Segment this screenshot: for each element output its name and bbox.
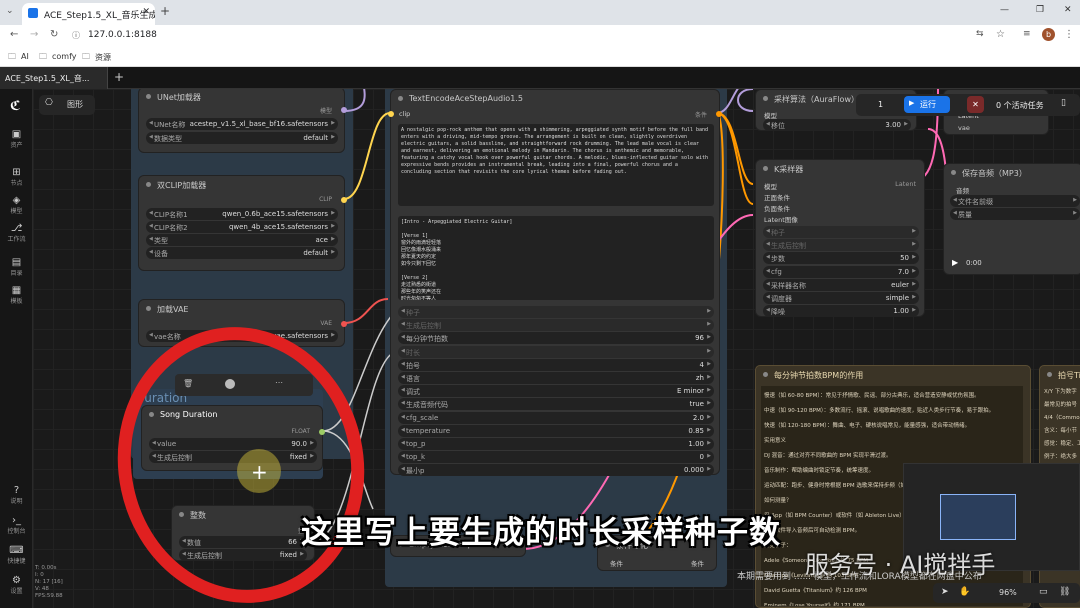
sidebar-item-nodes[interactable]: ⊞ 节点 [0, 167, 33, 187]
workflow-tab-label: ACE_Step1.5_XL_音... [5, 74, 90, 83]
cube-icon: ◈ [12, 195, 21, 206]
sidebar-item-workflows[interactable]: ⎇ 工作流 [0, 223, 33, 243]
tab-search-icon[interactable]: ⌄ [6, 6, 14, 16]
new-workflow-icon[interactable]: + [114, 70, 124, 84]
reading-list-icon[interactable]: ≡ [1023, 29, 1031, 39]
bookmark-folder-icon: 🗀 [39, 52, 47, 61]
browser-tab[interactable]: ACE_Step1.5_XL_音乐生成工作 ✕ [22, 3, 155, 25]
video-subtitle: 这里写上要生成的时长采样种子数 [301, 515, 781, 551]
sidebar-item-shortcuts[interactable]: ⌨ 快捷键 [0, 545, 33, 565]
bookmark-ai[interactable]: AI [21, 52, 29, 61]
sidebar-item-templates[interactable]: ▦ 模板 [0, 285, 33, 305]
tab-favicon-icon [28, 8, 38, 18]
sidebar-item-help[interactable]: ? 说明 [0, 485, 33, 505]
tab-close-icon[interactable]: ✕ [142, 7, 150, 17]
url-field[interactable]: 127.0.0.1:8188 [88, 30, 157, 40]
forward-icon[interactable]: → [30, 29, 38, 40]
menu-kebab-icon[interactable]: ⋮ [1064, 29, 1074, 40]
sidebar-item-settings[interactable]: ⚙ 设置 [0, 575, 33, 595]
image-icon: ▣ [11, 129, 22, 140]
reload-icon[interactable]: ↻ [50, 29, 58, 40]
sidebar-item-models[interactable]: ◈ 模型 [0, 195, 33, 215]
translate-icon[interactable]: ⇆ [976, 29, 984, 39]
site-info-icon[interactable]: ⓘ [72, 30, 80, 41]
new-tab-icon[interactable]: + [160, 4, 170, 18]
sidebar-item-catalog[interactable]: ▤ 目录 [0, 257, 33, 277]
minimize-icon[interactable]: — [1000, 5, 1009, 15]
comfy-logo-icon[interactable]: ℭ [10, 99, 21, 114]
close-window-icon[interactable]: ✕ [1064, 5, 1072, 15]
bookmark-resources[interactable]: 资源 [95, 52, 111, 63]
list-icon: ▤ [11, 257, 22, 268]
browser-tab-title: ACE_Step1.5_XL_音乐生成工作 [44, 11, 155, 21]
help-icon: ? [13, 485, 20, 496]
template-icon: ▦ [11, 285, 22, 296]
back-icon[interactable]: ← [10, 29, 18, 40]
bookmark-star-icon[interactable]: ☆ [996, 29, 1005, 40]
gear-icon: ⚙ [12, 575, 21, 586]
svg-text:+: + [251, 460, 268, 484]
sidebar-item-console[interactable]: ›_ 控制台 [0, 515, 33, 535]
node-library-icon: ⊞ [12, 167, 21, 178]
terminal-icon: ›_ [12, 515, 21, 526]
bookmark-folder-icon: 🗀 [82, 52, 90, 61]
address-bar-row: ← → ↻ ⓘ 127.0.0.1:8188 ⇆ ☆ ≡ b ⋮ [0, 25, 1080, 47]
watermark: 服务号 · AI搅拌手 [805, 551, 996, 579]
graph-canvas[interactable]: Duration 🗑 ⋯ UNet加载器 模型 UNet名称acestep_v1… [33, 89, 1080, 608]
workflow-tab-bar: ACE_Step1.5_XL_音... + [0, 67, 1080, 89]
bookmark-folder-icon: 🗀 [8, 52, 16, 61]
workflow-tab[interactable]: ACE_Step1.5_XL_音... [0, 67, 108, 89]
sidebar: ℭ ▣ 资产 ⊞ 节点 ◈ 模型 ⎇ 工作流 ▤ 目录 ▦ 模板 ? 说明 ›_ 控制台 ⌨ 快捷… [0, 89, 33, 608]
workflow-icon: ⎇ [10, 223, 23, 234]
profile-avatar[interactable]: b [1042, 28, 1055, 41]
keyboard-icon: ⌨ [9, 545, 24, 556]
bookmarks-bar: 🗀 AI 🗀 comfy 🗀 资源 [0, 47, 1080, 67]
bookmark-comfy[interactable]: comfy [52, 52, 77, 61]
browser-tab-strip: ⌄ ACE_Step1.5_XL_音乐生成工作 ✕ + — ❐ ✕ [0, 0, 1080, 25]
maximize-icon[interactable]: ❐ [1036, 5, 1044, 15]
sidebar-item-assets[interactable]: ▣ 资产 [0, 129, 33, 149]
